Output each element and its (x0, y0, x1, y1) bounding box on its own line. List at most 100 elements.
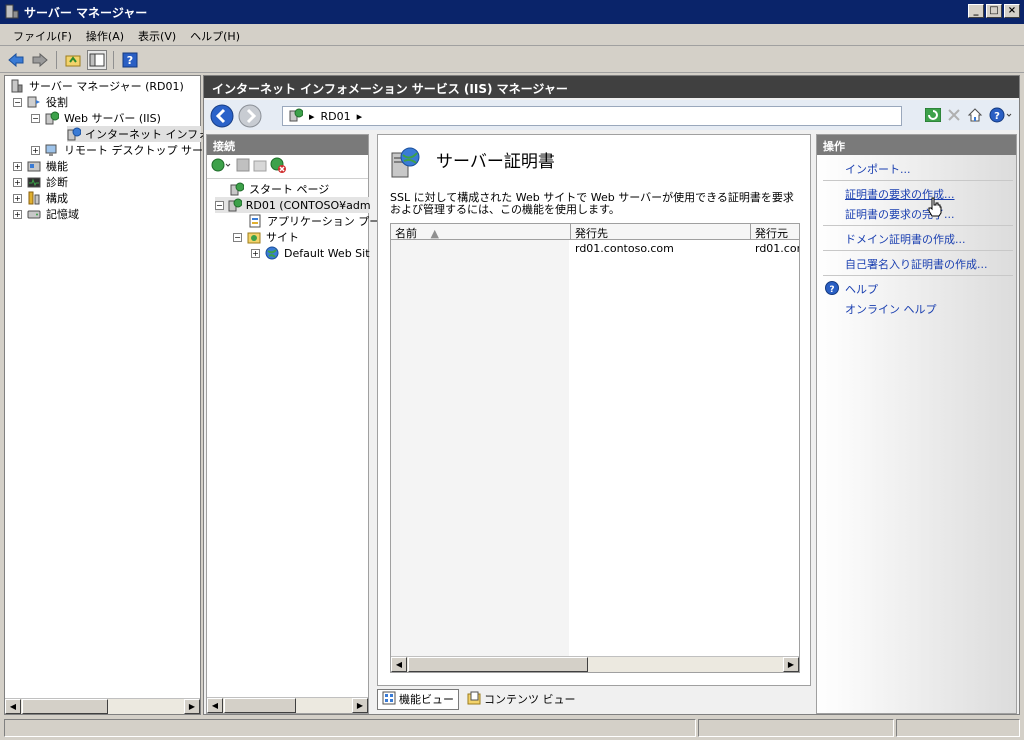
stop-icon[interactable] (947, 108, 961, 125)
feature-pane: サーバー証明書 SSL に対して構成された Web サイトで Web サーバーが… (377, 134, 811, 686)
minimize-button[interactable]: _ (968, 4, 984, 18)
action-separator (823, 275, 1013, 276)
close-button[interactable]: × (1004, 4, 1020, 18)
conn-item-server[interactable]: − RD01 (CONTOSO¥adm (215, 197, 371, 213)
scroll-right-arrow[interactable]: ▶ (184, 699, 200, 714)
help-icon[interactable]: ? (120, 50, 140, 70)
hand-pointer-icon (928, 197, 942, 217)
column-header-issued-by[interactable]: 発行元 (751, 224, 799, 240)
tree-horizontal-scrollbar[interactable]: ◀ ▶ (5, 698, 200, 714)
certificate-table: 名前 ▲ 発行先 発行元 rd01.contoso.com rd01.con ◀… (390, 223, 800, 673)
app-pool-icon (247, 213, 263, 229)
cell-issued-by[interactable]: rd01.con (755, 242, 799, 255)
breadcrumb-arrow-icon[interactable]: ▸ (309, 110, 315, 123)
scroll-left-arrow[interactable]: ◀ (207, 698, 223, 713)
action-import[interactable]: インポート... (845, 161, 911, 177)
tree-label-diagnostics: 診断 (46, 176, 68, 189)
conn-item-sites[interactable]: − サイト (233, 229, 299, 245)
scroll-thumb[interactable] (408, 657, 588, 672)
view-tabs: 機能ビュー コンテンツ ビュー (377, 688, 580, 710)
forward-arrow-icon[interactable] (30, 50, 50, 70)
scroll-right-arrow[interactable]: ▶ (783, 657, 799, 672)
tree-item-web-server[interactable]: − Web サーバー (IIS) (31, 110, 161, 126)
breadcrumb-arrow-icon[interactable]: ▸ (357, 110, 363, 123)
address-bar: ▸ RD01 ▸ ? (204, 100, 1019, 130)
tree-item-storage[interactable]: + 記憶域 (13, 206, 79, 222)
conn-item-default-site[interactable]: + Default Web Sit (251, 245, 370, 261)
expand-toggle[interactable]: + (13, 209, 22, 219)
action-online-help[interactable]: オンライン ヘルプ (845, 301, 937, 317)
status-bar (0, 717, 1024, 740)
action-create-self-signed-certificate[interactable]: 自己署名入り証明書の作成... (845, 256, 988, 272)
tree-root[interactable]: サーバー マネージャー (RD01) (9, 78, 184, 94)
globe-icon (264, 245, 280, 261)
roles-icon (26, 94, 42, 110)
remote-desktop-icon (44, 142, 60, 158)
expand-toggle[interactable]: + (31, 145, 40, 155)
action-help[interactable]: ヘルプ (845, 281, 878, 297)
expand-toggle[interactable]: + (13, 161, 22, 171)
scroll-thumb[interactable] (22, 699, 108, 714)
conn-label-default-site: Default Web Sit (284, 246, 370, 260)
connections-horizontal-scrollbar[interactable]: ◀ ▶ (207, 697, 368, 713)
column-header-name[interactable]: 名前 ▲ (391, 224, 571, 240)
menu-file[interactable]: ファイル(F) (6, 24, 79, 45)
tree-item-diagnostics[interactable]: + 診断 (13, 174, 68, 190)
help-dropdown-icon[interactable]: ? (989, 107, 1013, 126)
conn-label-server: RD01 (CONTOSO¥adm (245, 198, 371, 212)
forward-nav-icon[interactable] (238, 104, 262, 128)
expand-toggle[interactable]: + (13, 177, 22, 187)
up-level-icon[interactable] (253, 158, 267, 175)
collapse-toggle[interactable]: − (31, 113, 40, 123)
disconnect-icon[interactable] (270, 157, 286, 176)
expand-toggle[interactable]: + (13, 193, 22, 203)
status-cell-secondary (698, 719, 894, 737)
up-folder-icon[interactable] (63, 50, 83, 70)
tree-item-features[interactable]: + 機能 (13, 158, 68, 174)
toolbar-separator (113, 50, 114, 69)
scroll-left-arrow[interactable]: ◀ (5, 699, 21, 714)
iis-manager-icon (67, 126, 81, 142)
menu-help[interactable]: ヘルプ(H) (183, 24, 247, 45)
svg-text:?: ? (127, 54, 133, 67)
tree-label-storage: 記憶域 (46, 208, 79, 221)
action-create-domain-certificate[interactable]: ドメイン証明書の作成... (845, 231, 966, 247)
address-box[interactable]: ▸ RD01 ▸ (282, 106, 902, 126)
tree-item-configuration[interactable]: + 構成 (13, 190, 68, 206)
back-nav-icon[interactable] (210, 104, 234, 128)
expand-toggle[interactable]: + (251, 248, 260, 258)
tree-item-iis-manager[interactable]: インターネット インフォメー (67, 126, 231, 142)
maximize-button[interactable]: □ (986, 4, 1002, 18)
title-bar: サーバー マネージャー _ □ × (0, 0, 1024, 24)
connect-globe-icon[interactable] (211, 158, 233, 175)
collapse-toggle[interactable]: − (215, 200, 224, 210)
tab-content-view[interactable]: コンテンツ ビュー (463, 690, 580, 709)
tab-features-view[interactable]: 機能ビュー (377, 688, 459, 710)
tree-label-features: 機能 (46, 160, 68, 173)
menu-action[interactable]: 操作(A) (79, 24, 131, 45)
column-header-issued-to[interactable]: 発行先 (571, 224, 751, 240)
conn-item-app-pools[interactable]: アプリケーション プール (247, 213, 391, 229)
tree-item-rds[interactable]: + リモート デスクトップ サービス (31, 142, 225, 158)
table-horizontal-scrollbar[interactable]: ◀ ▶ (391, 656, 799, 672)
collapse-toggle[interactable]: − (233, 232, 242, 242)
connections-title: 接続 (207, 135, 368, 155)
refresh-icon[interactable] (924, 107, 942, 125)
back-arrow-icon[interactable] (6, 50, 26, 70)
connections-toolbar (207, 155, 368, 179)
home-icon[interactable] (967, 107, 983, 126)
menu-view[interactable]: 表示(V) (131, 24, 183, 45)
conn-item-start-page[interactable]: スタート ページ (229, 181, 329, 197)
scroll-left-arrow[interactable]: ◀ (391, 657, 407, 672)
tree-item-roles[interactable]: − 役割 (13, 94, 68, 110)
feature-description: SSL に対して構成された Web サイトで Web サーバーが使用できる証明書… (390, 191, 794, 216)
show-hide-tree-icon[interactable] (87, 49, 107, 70)
name-column-background (391, 240, 569, 672)
scroll-thumb[interactable] (224, 698, 296, 713)
collapse-toggle[interactable]: − (13, 97, 22, 107)
save-icon[interactable] (236, 158, 250, 175)
scroll-right-arrow[interactable]: ▶ (352, 698, 368, 713)
cell-issued-to[interactable]: rd01.contoso.com (575, 242, 747, 255)
breadcrumb-server[interactable]: RD01 (321, 110, 351, 123)
iis-manager-frame: インターネット インフォメーション サービス (IIS) マネージャー ▸ RD… (203, 75, 1020, 715)
